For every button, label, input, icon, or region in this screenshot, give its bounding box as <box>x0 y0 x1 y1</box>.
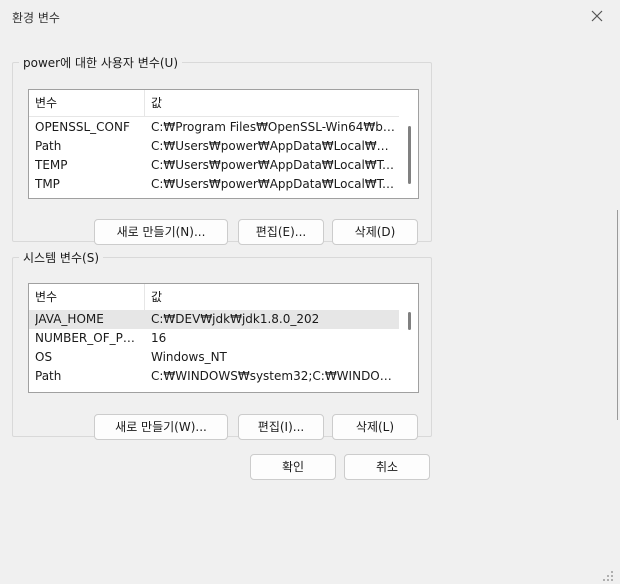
system-variables-legend: 시스템 변수(S) <box>23 251 99 265</box>
vertical-scrollbar[interactable] <box>400 284 418 392</box>
variable-value: C:₩Users₩power₩AppData₩Local₩Micros... <box>151 139 395 153</box>
title-bar: 환경 변수 <box>0 0 620 32</box>
close-icon <box>591 10 603 22</box>
variable-name: OS <box>35 350 53 364</box>
user-edit-button[interactable]: 편집(E)... <box>238 219 324 245</box>
window-edge-divider <box>617 210 618 420</box>
list-item[interactable]: OS Windows_NT <box>29 348 399 367</box>
variable-value: 16 <box>151 331 167 345</box>
list-item-selected[interactable]: JAVA_HOME C:₩DEV₩jdk₩jdk1.8.0_202 <box>29 310 399 329</box>
user-variables-group: power에 대한 사용자 변수(U) 변수 값 OPENSSL_CONF C:… <box>12 54 432 245</box>
variable-name: Path <box>35 369 62 383</box>
scrollbar-thumb[interactable] <box>408 312 411 330</box>
environment-variables-dialog: 환경 변수 power에 대한 사용자 변수(U) 변수 값 OPENSSL_C… <box>0 0 620 584</box>
variable-value: C:₩DEV₩jdk₩jdk1.8.0_202 <box>151 312 320 326</box>
resize-grip-icon[interactable] <box>602 570 614 582</box>
variable-value: C:₩Users₩power₩AppData₩Local₩Temp <box>151 177 395 191</box>
window-title: 환경 변수 <box>12 11 60 25</box>
variable-name: JAVA_HOME <box>35 312 104 326</box>
user-delete-button[interactable]: 삭제(D) <box>332 219 418 245</box>
scrollbar-thumb[interactable] <box>408 126 411 184</box>
variable-name: TEMP <box>35 158 68 172</box>
ok-button[interactable]: 확인 <box>250 454 336 480</box>
vertical-scrollbar[interactable] <box>400 90 418 198</box>
system-delete-button[interactable]: 삭제(L) <box>332 414 418 440</box>
list-header: 변수 값 <box>29 284 399 311</box>
system-new-button[interactable]: 새로 만들기(W)... <box>94 414 228 440</box>
column-header-variable[interactable]: 변수 <box>29 90 145 116</box>
variable-value: C:₩Program Files₩OpenSSL-Win64₩bin₩o... <box>151 120 395 134</box>
variable-name: OPENSSL_CONF <box>35 120 130 134</box>
variable-name: TMP <box>35 177 60 191</box>
list-item[interactable]: Path C:₩Users₩power₩AppData₩Local₩Micros… <box>29 137 399 156</box>
user-new-button[interactable]: 새로 만들기(N)... <box>94 219 228 245</box>
close-button[interactable] <box>574 0 620 32</box>
user-variables-legend: power에 대한 사용자 변수(U) <box>23 56 179 70</box>
list-item[interactable]: TEMP C:₩Users₩power₩AppData₩Local₩Temp <box>29 156 399 175</box>
column-header-value[interactable]: 값 <box>145 90 399 116</box>
variable-value: C:₩Users₩power₩AppData₩Local₩Temp <box>151 158 395 172</box>
column-header-value[interactable]: 값 <box>145 284 399 310</box>
list-item[interactable]: OPENSSL_CONF C:₩Program Files₩OpenSSL-Wi… <box>29 118 399 137</box>
list-header: 변수 값 <box>29 90 399 117</box>
variable-value: Windows_NT <box>151 350 227 364</box>
variable-name: NUMBER_OF_PRO... <box>35 331 143 345</box>
column-header-variable[interactable]: 변수 <box>29 284 145 310</box>
list-item[interactable]: TMP C:₩Users₩power₩AppData₩Local₩Temp <box>29 175 399 194</box>
list-item[interactable]: Path C:₩WINDOWS₩system32;C:₩WINDOWS;C... <box>29 367 399 386</box>
variable-name: Path <box>35 139 62 153</box>
system-variables-group: 시스템 변수(S) 변수 값 JAVA_HOME C:₩DEV₩jdk₩jdk1… <box>12 249 432 440</box>
user-variables-list[interactable]: 변수 값 OPENSSL_CONF C:₩Program Files₩OpenS… <box>28 89 419 199</box>
system-edit-button[interactable]: 편집(I)... <box>238 414 324 440</box>
cancel-button[interactable]: 취소 <box>344 454 430 480</box>
variable-value: C:₩WINDOWS₩system32;C:₩WINDOWS;C... <box>151 369 395 383</box>
list-item[interactable]: NUMBER_OF_PRO... 16 <box>29 329 399 348</box>
system-variables-list[interactable]: 변수 값 JAVA_HOME C:₩DEV₩jdk₩jdk1.8.0_202 N… <box>28 283 419 393</box>
